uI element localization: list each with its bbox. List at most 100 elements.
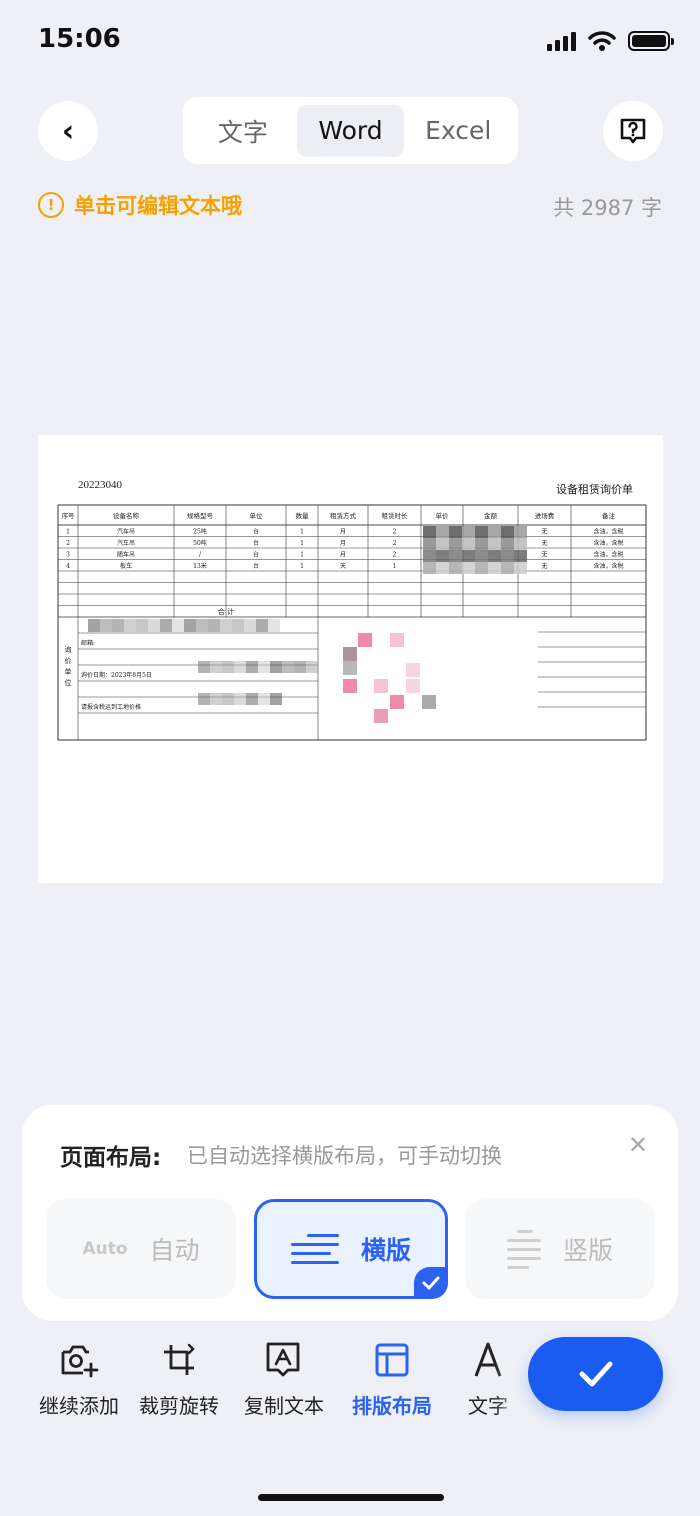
redacted-block xyxy=(294,661,306,673)
help-button[interactable] xyxy=(603,101,663,161)
table-cell: 2 xyxy=(393,540,397,547)
stamp-pixel xyxy=(374,709,388,723)
redacted-block xyxy=(423,526,436,538)
table-cell: 无 xyxy=(541,552,547,559)
tool-add-more[interactable]: 继续添加 xyxy=(29,1340,129,1419)
status-bar: 15:06 xyxy=(0,0,700,84)
table-header-cell: 单价 xyxy=(436,511,450,520)
close-icon[interactable]: ✕ xyxy=(628,1131,648,1159)
tool-crop-rotate[interactable]: 裁剪旋转 xyxy=(129,1340,229,1419)
redacted-block xyxy=(436,538,449,550)
table-cell: 25吨 xyxy=(193,528,207,536)
redacted-block xyxy=(514,526,527,538)
vertical-layout-icon xyxy=(506,1229,541,1269)
table-cell: 1 xyxy=(393,563,397,570)
redacted-block xyxy=(198,661,210,673)
table-cell: 台 xyxy=(253,562,259,570)
table-cell: 2 xyxy=(393,529,397,536)
mode-tabs: 文字 Word Excel xyxy=(183,97,518,164)
table-header-cell: 租赁方式 xyxy=(330,511,357,520)
panel-title: 页面布局: xyxy=(60,1145,162,1171)
redacted-block xyxy=(462,526,475,538)
redacted-block xyxy=(514,562,527,574)
layout-option-horizontal[interactable]: 横版 xyxy=(254,1199,448,1299)
tab-text[interactable]: 文字 xyxy=(189,105,297,157)
table-cell: 13米 xyxy=(193,562,207,570)
back-button[interactable]: ‹ xyxy=(38,101,98,161)
redacted-block xyxy=(423,562,436,574)
total-label: 合 计 xyxy=(218,607,234,616)
table-cell: 1 xyxy=(66,529,70,536)
redacted-block xyxy=(488,550,501,562)
redacted-block xyxy=(514,538,527,550)
layout-option-auto[interactable]: Auto 自动 xyxy=(46,1199,236,1299)
table-cell: 无 xyxy=(541,563,547,570)
char-count: 共 2987 字 xyxy=(553,196,662,220)
table-cell: 2 xyxy=(66,540,70,547)
table-cell: 月 xyxy=(340,552,346,559)
table-cell: 汽车吊 xyxy=(117,528,135,536)
layout-icon xyxy=(372,1340,412,1380)
table-header-cell: 规格型号 xyxy=(187,511,214,520)
redacted-block xyxy=(234,661,246,673)
bottom-toolbar: 继续添加 裁剪旋转 复制文本 排版布局 文字 xyxy=(0,1330,510,1430)
home-indicator xyxy=(258,1494,444,1501)
redacted-block xyxy=(282,661,294,673)
redacted-block xyxy=(436,550,449,562)
status-icons xyxy=(547,30,674,52)
edit-hint-text: 单击可编辑文本哦 xyxy=(74,194,242,218)
inquiry-label-char: 单 xyxy=(65,667,72,676)
tool-layout[interactable]: 排版布局 xyxy=(342,1340,442,1419)
redacted-block xyxy=(160,619,172,632)
camera-plus-icon xyxy=(59,1340,99,1380)
tool-label: 复制文本 xyxy=(244,1394,324,1418)
check-icon xyxy=(579,1361,612,1387)
document-preview[interactable]: 20223040 设备租赁询价单 序号 设备名称 规格型号 单位 数量 租赁方式 租赁时长单… xyxy=(38,435,663,883)
redacted-block xyxy=(436,526,449,538)
redacted-block xyxy=(475,550,488,562)
redacted-block xyxy=(268,619,280,632)
redacted-block xyxy=(488,562,501,574)
table-cell: 2 xyxy=(393,552,397,559)
stamp-pixel xyxy=(358,633,372,647)
redacted-block xyxy=(234,693,246,705)
table-cell: 含油，含税 xyxy=(593,539,623,547)
redacted-block xyxy=(462,550,475,562)
redacted-block xyxy=(210,693,222,705)
stamp-pixel xyxy=(406,663,420,677)
redacted-block xyxy=(124,619,136,632)
price-note: 请报含税运到工地价格 xyxy=(81,703,141,711)
stamp-pixel xyxy=(374,679,388,693)
redacted-block xyxy=(256,619,268,632)
tab-word[interactable]: Word xyxy=(296,104,405,157)
stamp-pixel xyxy=(390,633,404,647)
redacted-block xyxy=(501,550,514,562)
redacted-block xyxy=(88,619,100,632)
redacted-block xyxy=(501,526,514,538)
redacted-block xyxy=(488,538,501,550)
redacted-block xyxy=(100,619,112,632)
table-cell: 无 xyxy=(541,529,547,536)
redacted-block xyxy=(488,526,501,538)
table-cell: 台 xyxy=(253,539,259,547)
status-time: 15:06 xyxy=(38,24,121,54)
check-icon xyxy=(414,1267,448,1299)
redacted-block xyxy=(136,619,148,632)
table-cell: 随车吊 xyxy=(117,551,135,559)
redacted-block xyxy=(449,562,462,574)
table-header-cell: 金额 xyxy=(484,511,498,520)
confirm-button[interactable] xyxy=(528,1337,663,1411)
toolbar-fade xyxy=(495,1330,525,1430)
redacted-block xyxy=(244,619,256,632)
layout-option-vertical[interactable]: 竖版 xyxy=(465,1199,655,1299)
table-header-cell: 单位 xyxy=(250,511,264,520)
tool-copy-text[interactable]: 复制文本 xyxy=(234,1340,334,1419)
tab-excel[interactable]: Excel xyxy=(404,105,512,157)
panel-subtitle: 已自动选择横版布局，可手动切换 xyxy=(187,1144,502,1168)
wifi-icon xyxy=(588,31,616,51)
edit-hint: ! 单击可编辑文本哦 xyxy=(38,190,242,220)
redacted-block xyxy=(112,619,124,632)
redacted-block xyxy=(270,693,282,705)
redacted-block xyxy=(501,538,514,550)
redacted-block xyxy=(514,550,527,562)
